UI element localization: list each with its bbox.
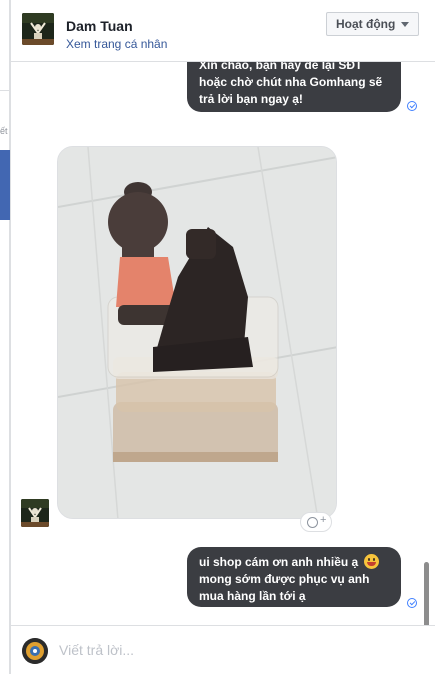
background-text-fragment: ết [0, 126, 8, 136]
avatar[interactable] [22, 13, 54, 45]
status-label: Hoạt động [336, 17, 396, 31]
message-photo[interactable] [57, 146, 337, 519]
reply-input[interactable] [59, 640, 399, 660]
message-text: Xin chào, bạn hãy để lại SĐT hoặc chờ ch… [199, 62, 383, 106]
divider [0, 90, 10, 91]
message-bubble-outgoing[interactable]: Xin chào, bạn hãy để lại SĐT hoặc chờ ch… [187, 62, 401, 112]
page-avatar [22, 638, 48, 664]
view-profile-link[interactable]: Xem trang cá nhân [66, 37, 167, 51]
scrollbar[interactable] [424, 562, 429, 625]
reply-composer [11, 625, 435, 674]
message-text: ui shop cám ơn anh nhiều ạ [199, 555, 359, 569]
seen-check-icon [407, 101, 417, 111]
add-reaction-button[interactable]: + [300, 512, 332, 532]
chat-panel: Dam Tuan Xem trang cá nhân Hoạt động Xin… [10, 0, 435, 674]
status-dropdown-button[interactable]: Hoạt động [326, 12, 419, 36]
chevron-down-icon [401, 22, 409, 27]
buddha-incense-photo [58, 147, 336, 518]
message-list[interactable]: Xin chào, bạn hãy để lại SĐT hoặc chờ ch… [11, 62, 435, 625]
message-text-continued: mong sớm được phục vụ anh mua hàng lần t… [199, 572, 370, 603]
smiley-icon [307, 517, 318, 528]
sender-avatar[interactable] [21, 499, 49, 527]
tongue-emoji-icon [363, 554, 379, 569]
message-bubble-outgoing[interactable]: ui shop cám ơn anh nhiều ạ mong sớm được… [187, 547, 401, 607]
background-page-strip: ết [0, 0, 10, 674]
background-blue-block [0, 150, 10, 220]
contact-name[interactable]: Dam Tuan [66, 18, 133, 34]
plus-icon: + [320, 514, 327, 526]
seen-check-icon [407, 598, 417, 608]
chat-header: Dam Tuan Xem trang cá nhân Hoạt động [11, 0, 435, 62]
